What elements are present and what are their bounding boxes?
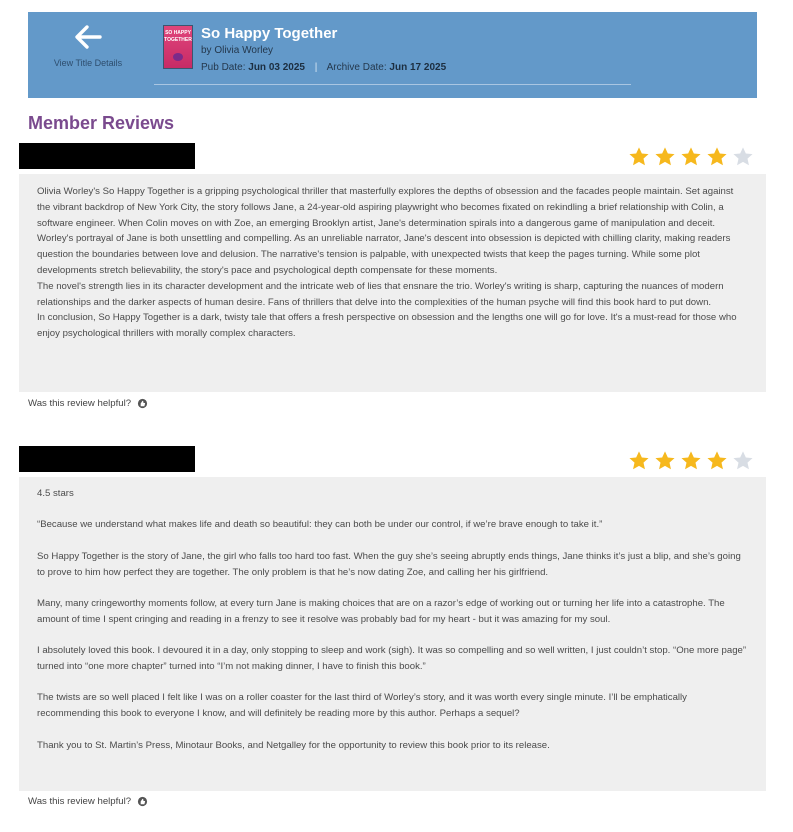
book-author: by Olivia Worley bbox=[201, 45, 274, 56]
review-paragraph: “Because we understand what makes life a… bbox=[37, 519, 603, 531]
star-filled-icon bbox=[681, 147, 701, 166]
review-paragraph: Olivia Worley's So Happy Together is a g… bbox=[37, 186, 734, 229]
review-paragraph: Many, many cringeworthy moments follow, … bbox=[37, 597, 725, 625]
star-filled-icon bbox=[629, 451, 649, 470]
thumbs-up-icon[interactable] bbox=[137, 398, 148, 409]
review-body: 4.5 stars “Because we understand what ma… bbox=[19, 477, 766, 791]
review-paragraph: I absolutely loved this book. I devoured… bbox=[37, 645, 747, 672]
cover-art bbox=[173, 53, 183, 61]
review-paragraph: 4.5 stars bbox=[37, 488, 74, 499]
cover-text-line2: TOGETHER bbox=[164, 37, 192, 43]
star-empty-icon bbox=[733, 147, 753, 166]
star-filled-icon bbox=[629, 147, 649, 166]
review-paragraph: The novel's strength lies in its charact… bbox=[37, 280, 724, 308]
book-dates: Pub Date: Jun 03 2025 | Archive Date: Ju… bbox=[201, 62, 446, 73]
pub-date-label: Pub Date: bbox=[201, 62, 246, 73]
back-label: View Title Details bbox=[53, 58, 123, 68]
review-rating bbox=[628, 450, 754, 472]
review-paragraph: Thank you to St. Martin’s Press, Minotau… bbox=[37, 739, 550, 751]
thumbs-up-icon[interactable] bbox=[137, 796, 148, 807]
reviewer-name-redacted bbox=[19, 143, 195, 169]
review-paragraph: The twists are so well placed I felt lik… bbox=[37, 692, 687, 720]
date-separator: | bbox=[314, 62, 318, 73]
archive-date-label: Archive Date: bbox=[326, 62, 387, 73]
helpful-label: Was this review helpful? bbox=[28, 398, 132, 409]
reviewer-name-redacted bbox=[19, 446, 195, 472]
pub-date: Jun 03 2025 bbox=[248, 62, 305, 73]
star-filled-icon bbox=[707, 147, 727, 166]
star-empty-icon bbox=[733, 451, 753, 470]
book-title: So Happy Together bbox=[201, 25, 338, 42]
cover-text-line1: SO HAPPY bbox=[165, 30, 191, 36]
star-filled-icon bbox=[681, 451, 701, 470]
helpful-row: Was this review helpful? bbox=[28, 796, 148, 807]
view-title-details-link[interactable]: View Title Details bbox=[42, 24, 134, 68]
review-body: Olivia Worley's So Happy Together is a g… bbox=[19, 174, 766, 392]
review-paragraph: Worley's portrayal of Jane is both unset… bbox=[37, 233, 731, 276]
review-paragraph: In conclusion, So Happy Together is a da… bbox=[37, 312, 737, 340]
review-paragraph: So Happy Together is the story of Jane, … bbox=[37, 550, 741, 578]
archive-date: Jun 17 2025 bbox=[389, 62, 447, 73]
title-header: View Title Details SO HAPPY TOGETHER So … bbox=[28, 12, 757, 98]
review-rating bbox=[628, 146, 754, 168]
helpful-row: Was this review helpful? bbox=[28, 398, 148, 409]
star-filled-icon bbox=[655, 147, 675, 166]
arrow-left-icon bbox=[75, 25, 102, 49]
helpful-label: Was this review helpful? bbox=[28, 796, 132, 807]
section-title: Member Reviews bbox=[28, 113, 175, 133]
star-filled-icon bbox=[707, 451, 727, 470]
header-divider bbox=[154, 84, 631, 85]
book-cover[interactable]: SO HAPPY TOGETHER bbox=[163, 25, 193, 69]
star-filled-icon bbox=[655, 451, 675, 470]
